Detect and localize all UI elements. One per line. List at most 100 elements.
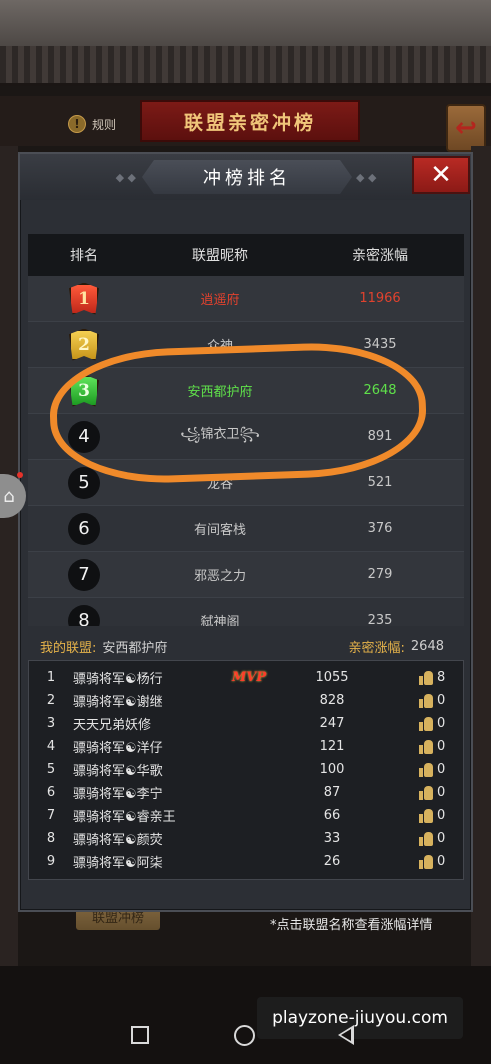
like-count: 0	[437, 854, 446, 869]
table-row[interactable]: 7 邪恶之力 279	[28, 552, 464, 598]
member-name: 天天兄弟妖修	[73, 718, 152, 733]
list-item: 1 骠骑将军☯杨行 MVP 1055 8	[29, 666, 463, 689]
event-title: 联盟亲密冲榜	[140, 100, 360, 142]
house-icon: ⌂	[3, 485, 15, 507]
like-count: 0	[437, 762, 446, 777]
alliance-name[interactable]: 有间客栈	[140, 519, 300, 538]
column-header-rank: 排名	[70, 248, 98, 264]
highlight-annotation	[47, 339, 429, 487]
title-ornament-right: ◆ ◆	[356, 171, 377, 184]
member-index: 2	[46, 693, 56, 708]
table-header: 排名 联盟昵称 亲密涨幅	[28, 234, 464, 276]
member-name: 骠骑将军☯李宁	[73, 787, 163, 802]
like-count: 0	[437, 739, 446, 754]
member-name: 骠骑将军☯颜荧	[73, 833, 163, 848]
back-arrow-icon: ↩	[455, 113, 477, 143]
list-item: 4 骠骑将军☯洋仔 121 0	[29, 735, 463, 758]
alliance-name[interactable]: 邪恶之力	[140, 565, 300, 584]
rank-number: 6	[68, 512, 100, 545]
hint-text: *点击联盟名称查看涨幅详情	[270, 918, 433, 933]
intimacy-value: 376	[367, 521, 393, 536]
list-item: 6 骠骑将军☯李宁 87 0	[29, 781, 463, 804]
intimacy-value: 521	[367, 475, 393, 490]
member-value: 66	[323, 808, 341, 823]
like-button[interactable]: 0	[419, 831, 445, 847]
like-count: 0	[437, 808, 446, 823]
home-nav-button[interactable]	[234, 1025, 255, 1046]
list-item: 8 骠骑将军☯颜荧 33 0	[29, 827, 463, 850]
thumbs-up-icon	[419, 693, 433, 709]
rank-number: 5	[68, 466, 100, 499]
member-index: 7	[46, 808, 56, 823]
member-name: 骠骑将军☯阿柒	[73, 856, 163, 871]
member-index: 6	[46, 785, 56, 800]
thumbs-up-icon	[419, 716, 433, 732]
member-name: 骠骑将军☯睿亲王	[73, 810, 176, 825]
intimacy-value: 235	[367, 613, 393, 626]
like-button[interactable]: 0	[419, 854, 445, 870]
rules-button[interactable]: ! 规则	[68, 112, 116, 136]
like-button[interactable]: 0	[419, 808, 445, 824]
member-name: 骠骑将军☯洋仔	[73, 741, 163, 756]
member-value: 247	[319, 716, 345, 731]
close-button[interactable]: ✕	[412, 156, 470, 194]
member-value: 828	[319, 693, 345, 708]
like-count: 0	[437, 785, 446, 800]
left-side-panel	[0, 146, 18, 966]
back-button[interactable]: ↩	[446, 104, 486, 152]
like-count: 0	[437, 831, 446, 846]
table-row[interactable]: 8 弑神阁 235	[28, 598, 464, 626]
like-button[interactable]: 0	[419, 693, 445, 709]
like-button[interactable]: 0	[419, 762, 445, 778]
thumbs-up-icon	[419, 854, 433, 870]
alliance-name[interactable]: 逍遥府	[140, 289, 300, 308]
thumbs-up-icon	[419, 785, 433, 801]
list-item: 5 骠骑将军☯华歌 100 0	[29, 758, 463, 781]
member-value: 26	[323, 854, 341, 869]
ranking-modal: ◆ ◆ 冲榜排名 ◆ ◆ ✕ 排名 联盟昵称 亲密涨幅 1 逍遥府 11966 …	[18, 152, 473, 912]
intimacy-value: 11966	[359, 291, 401, 306]
exclamation-icon: !	[68, 115, 86, 133]
my-intimacy-label: 亲密涨幅:	[348, 640, 405, 656]
thumbs-up-icon	[419, 831, 433, 847]
list-item: 7 骠骑将军☯睿亲王 66 0	[29, 804, 463, 827]
member-value: 33	[323, 831, 341, 846]
member-index: 4	[46, 739, 56, 754]
my-intimacy-value: 2648	[410, 638, 444, 654]
like-count: 8	[437, 670, 446, 685]
alliance-name[interactable]: 弑神阁	[140, 611, 300, 626]
like-button[interactable]: 8	[419, 670, 445, 686]
title-ornament-left: ◆ ◆	[115, 171, 136, 184]
thumbs-up-icon	[419, 739, 433, 755]
like-count: 0	[437, 716, 446, 731]
column-header-name: 联盟昵称	[192, 248, 248, 264]
modal-title: 冲榜排名	[142, 160, 352, 194]
sky-background	[0, 0, 491, 46]
rank-badge-icon: 1	[69, 282, 99, 315]
rank-badge-icon: 2	[69, 328, 99, 361]
rules-label: 规则	[92, 117, 117, 132]
mvp-badge: MVP	[231, 670, 267, 685]
member-list: 1 骠骑将军☯杨行 MVP 1055 8 2 骠骑将军☯谢继 828 0 3 天…	[28, 660, 464, 880]
table-row[interactable]: 1 逍遥府 11966	[28, 276, 464, 322]
list-item: 3 天天兄弟妖修 247 0	[29, 712, 463, 735]
rank-number: 7	[68, 558, 100, 591]
back-nav-button[interactable]	[338, 1025, 354, 1045]
member-value: 121	[319, 739, 345, 754]
my-alliance-label: 我的联盟:	[40, 640, 97, 656]
thumbs-up-icon	[419, 808, 433, 824]
like-button[interactable]: 0	[419, 785, 445, 801]
rank-number: 8	[68, 604, 100, 626]
like-button[interactable]: 0	[419, 716, 445, 732]
member-index: 1	[46, 670, 56, 685]
member-name: 骠骑将军☯华歌	[73, 764, 163, 779]
column-header-intimacy: 亲密涨幅	[352, 248, 408, 264]
recents-nav-button[interactable]	[131, 1026, 149, 1044]
like-count: 0	[437, 693, 446, 708]
member-index: 8	[46, 831, 56, 846]
my-alliance-value: 安西都护府	[102, 640, 168, 656]
member-index: 5	[46, 762, 56, 777]
like-button[interactable]: 0	[419, 739, 445, 755]
list-item: 2 骠骑将军☯谢继 828 0	[29, 689, 463, 712]
table-row[interactable]: 6 有间客栈 376	[28, 506, 464, 552]
